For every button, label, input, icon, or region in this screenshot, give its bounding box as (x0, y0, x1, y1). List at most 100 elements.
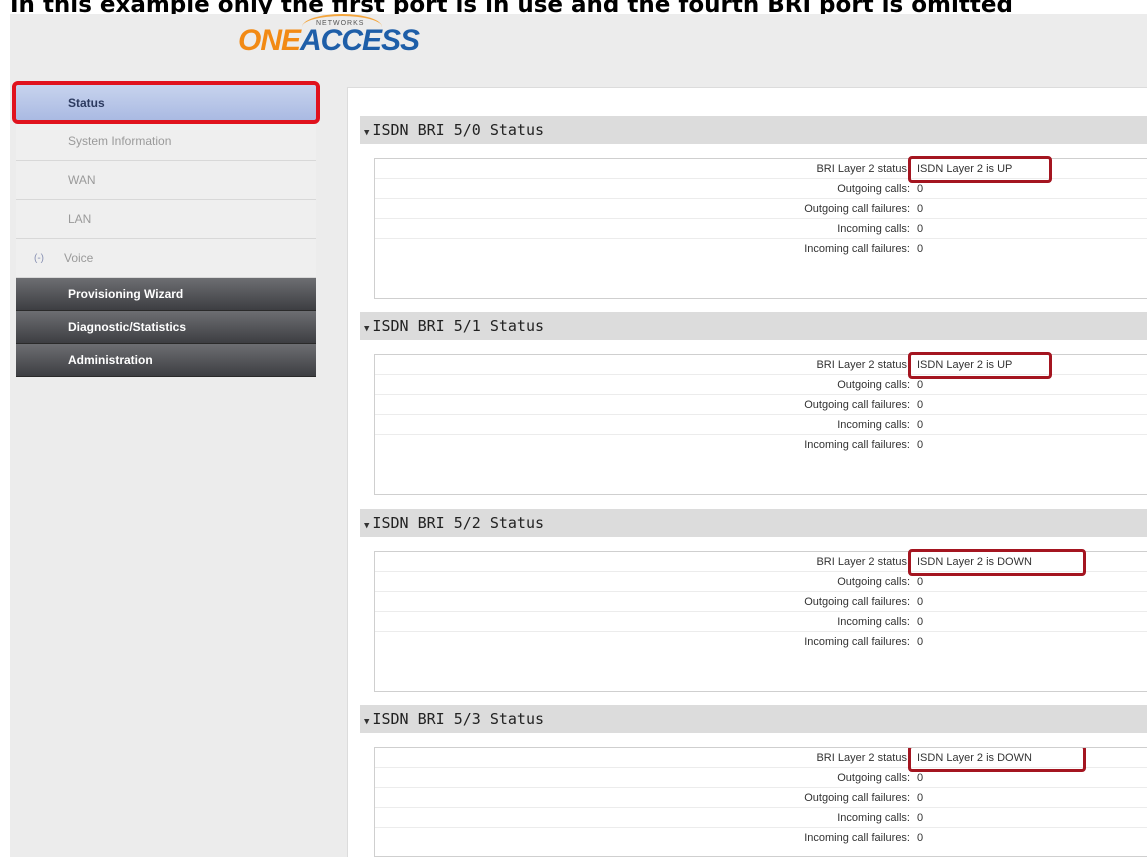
section-header[interactable]: ▼ ISDN BRI 5/2 Status (360, 509, 1147, 537)
row-value: 0 (917, 812, 924, 824)
status-table: BRI Layer 2 status: ISDN Layer 2 is UP O… (374, 352, 1147, 495)
row-label: Incoming call failures: (804, 439, 910, 451)
table-row: Outgoing calls: 0 (375, 179, 1147, 199)
table-row: Incoming calls: 0 (375, 612, 1147, 632)
row-label: Incoming call failures: (804, 636, 910, 648)
row-label: Outgoing calls: (837, 379, 910, 391)
row-value: 0 (917, 792, 924, 804)
table-row: Outgoing call failures: 0 (375, 788, 1147, 808)
section-title: ISDN BRI 5/2 Status (372, 514, 545, 532)
table-row: BRI Layer 2 status: ISDN Layer 2 is UP (375, 352, 1147, 379)
row-value: 0 (917, 183, 924, 195)
sidebar-item-provisioning-wizard[interactable]: Provisioning Wizard (16, 278, 316, 311)
collapse-arrow-icon: ▼ (364, 128, 370, 138)
collapse-arrow-icon: ▼ (364, 521, 370, 531)
sidebar-item-label: Voice (64, 251, 94, 265)
row-value: 0 (917, 636, 924, 648)
isdn-bri-5-3-section: ▼ ISDN BRI 5/3 Status BRI Layer 2 status:… (360, 705, 1147, 857)
row-value: 0 (917, 223, 924, 235)
isdn-bri-5-2-section: ▼ ISDN BRI 5/2 Status BRI Layer 2 status:… (360, 509, 1147, 692)
row-label: Outgoing call failures: (804, 596, 910, 608)
row-value: 0 (917, 419, 924, 431)
section-header[interactable]: ▼ ISDN BRI 5/1 Status (360, 312, 1147, 340)
row-value: 0 (917, 616, 924, 628)
logo-one: ONE (238, 24, 301, 57)
sidebar-item-diagnostic-statistics[interactable]: Diagnostic/Statistics (16, 311, 316, 344)
oneaccess-logo: NETWORKS ONEACCESS (238, 14, 448, 70)
row-value: 0 (917, 832, 924, 844)
collapse-arrow-icon: ▼ (364, 324, 370, 334)
table-row: BRI Layer 2 status: ISDN Layer 2 is DOWN (375, 549, 1147, 576)
sidebar-item-status[interactable]: Status (16, 84, 316, 122)
table-row: Incoming calls: 0 (375, 808, 1147, 828)
row-label: Incoming calls: (837, 812, 910, 824)
sidebar-item-administration[interactable]: Administration (16, 344, 316, 377)
logo-access: ACCESS (300, 24, 420, 57)
row-value: 0 (917, 243, 924, 255)
isdn-bri-5-0-section: ▼ ISDN BRI 5/0 Status BRI Layer 2 status:… (360, 116, 1147, 299)
isdn-bri-5-1-section: ▼ ISDN BRI 5/1 Status BRI Layer 2 status:… (360, 312, 1147, 495)
row-value: 0 (917, 379, 924, 391)
row-label: Outgoing calls: (837, 183, 910, 195)
sidebar-item-label: LAN (68, 212, 92, 226)
section-title: ISDN BRI 5/0 Status (372, 121, 545, 139)
row-value: ISDN Layer 2 is DOWN (917, 752, 1032, 764)
table-row: Outgoing calls: 0 (375, 375, 1147, 395)
row-value: ISDN Layer 2 is UP (917, 163, 1013, 175)
row-label: Incoming calls: (837, 223, 910, 235)
row-label: BRI Layer 2 status: (816, 556, 910, 568)
sidebar-item-system-information[interactable]: System Information (16, 122, 316, 161)
row-label: Outgoing call failures: (804, 792, 910, 804)
table-row: Incoming calls: 0 (375, 219, 1147, 239)
row-value: 0 (917, 399, 924, 411)
sidebar-item-label: Diagnostic/Statistics (68, 320, 187, 334)
row-label: BRI Layer 2 status: (816, 163, 910, 175)
row-label: Incoming call failures: (804, 832, 910, 844)
section-header[interactable]: ▼ ISDN BRI 5/3 Status (360, 705, 1147, 733)
sidebar-item-label: Status (68, 96, 105, 110)
logo-wordmark: ONEACCESS (238, 24, 420, 58)
table-row: Outgoing calls: 0 (375, 572, 1147, 592)
table-row: BRI Layer 2 status: ISDN Layer 2 is DOWN (375, 748, 1147, 772)
table-row: Incoming call failures: 0 (375, 435, 1147, 455)
row-label: Incoming calls: (837, 616, 910, 628)
row-value: 0 (917, 772, 924, 784)
sidebar-item-voice[interactable]: (-) Voice (16, 239, 316, 278)
table-row: Incoming call failures: 0 (375, 632, 1147, 652)
sidebar-item-label: Provisioning Wizard (68, 287, 184, 301)
row-value: 0 (917, 203, 924, 215)
table-row: Outgoing calls: 0 (375, 768, 1147, 788)
table-row: Incoming call failures: 0 (375, 828, 1147, 848)
table-row: Incoming calls: 0 (375, 415, 1147, 435)
row-value: 0 (917, 439, 924, 451)
status-table: BRI Layer 2 status: ISDN Layer 2 is DOWN… (374, 549, 1147, 692)
row-value: ISDN Layer 2 is DOWN (917, 556, 1032, 568)
row-value: ISDN Layer 2 is UP (917, 359, 1013, 371)
sidebar-nav: Status System Information WAN LAN (-) Vo… (16, 84, 316, 377)
collapse-arrow-icon: ▼ (364, 717, 370, 727)
table-row: BRI Layer 2 status: ISDN Layer 2 is UP (375, 156, 1147, 183)
row-label: Outgoing call failures: (804, 399, 910, 411)
sidebar-item-wan[interactable]: WAN (16, 161, 316, 200)
status-table: BRI Layer 2 status: ISDN Layer 2 is DOWN… (374, 747, 1147, 857)
sidebar-item-label: System Information (68, 134, 172, 148)
row-value: 0 (917, 596, 924, 608)
sidebar-item-label: Administration (68, 353, 153, 367)
table-row: Outgoing call failures: 0 (375, 199, 1147, 219)
section-title: ISDN BRI 5/3 Status (372, 710, 545, 728)
table-row: Outgoing call failures: 0 (375, 592, 1147, 612)
row-label: BRI Layer 2 status: (816, 752, 910, 764)
status-table: BRI Layer 2 status: ISDN Layer 2 is UP O… (374, 156, 1147, 299)
table-row: Outgoing call failures: 0 (375, 395, 1147, 415)
row-label: BRI Layer 2 status: (816, 359, 910, 371)
section-header[interactable]: ▼ ISDN BRI 5/0 Status (360, 116, 1147, 144)
collapse-toggle-icon[interactable]: (-) (34, 239, 44, 278)
row-label: Outgoing calls: (837, 772, 910, 784)
sidebar-item-lan[interactable]: LAN (16, 200, 316, 239)
row-label: Incoming calls: (837, 419, 910, 431)
sidebar-item-label: WAN (68, 173, 96, 187)
row-label: Incoming call failures: (804, 243, 910, 255)
row-value: 0 (917, 576, 924, 588)
section-title: ISDN BRI 5/1 Status (372, 317, 545, 335)
table-row: Incoming call failures: 0 (375, 239, 1147, 259)
